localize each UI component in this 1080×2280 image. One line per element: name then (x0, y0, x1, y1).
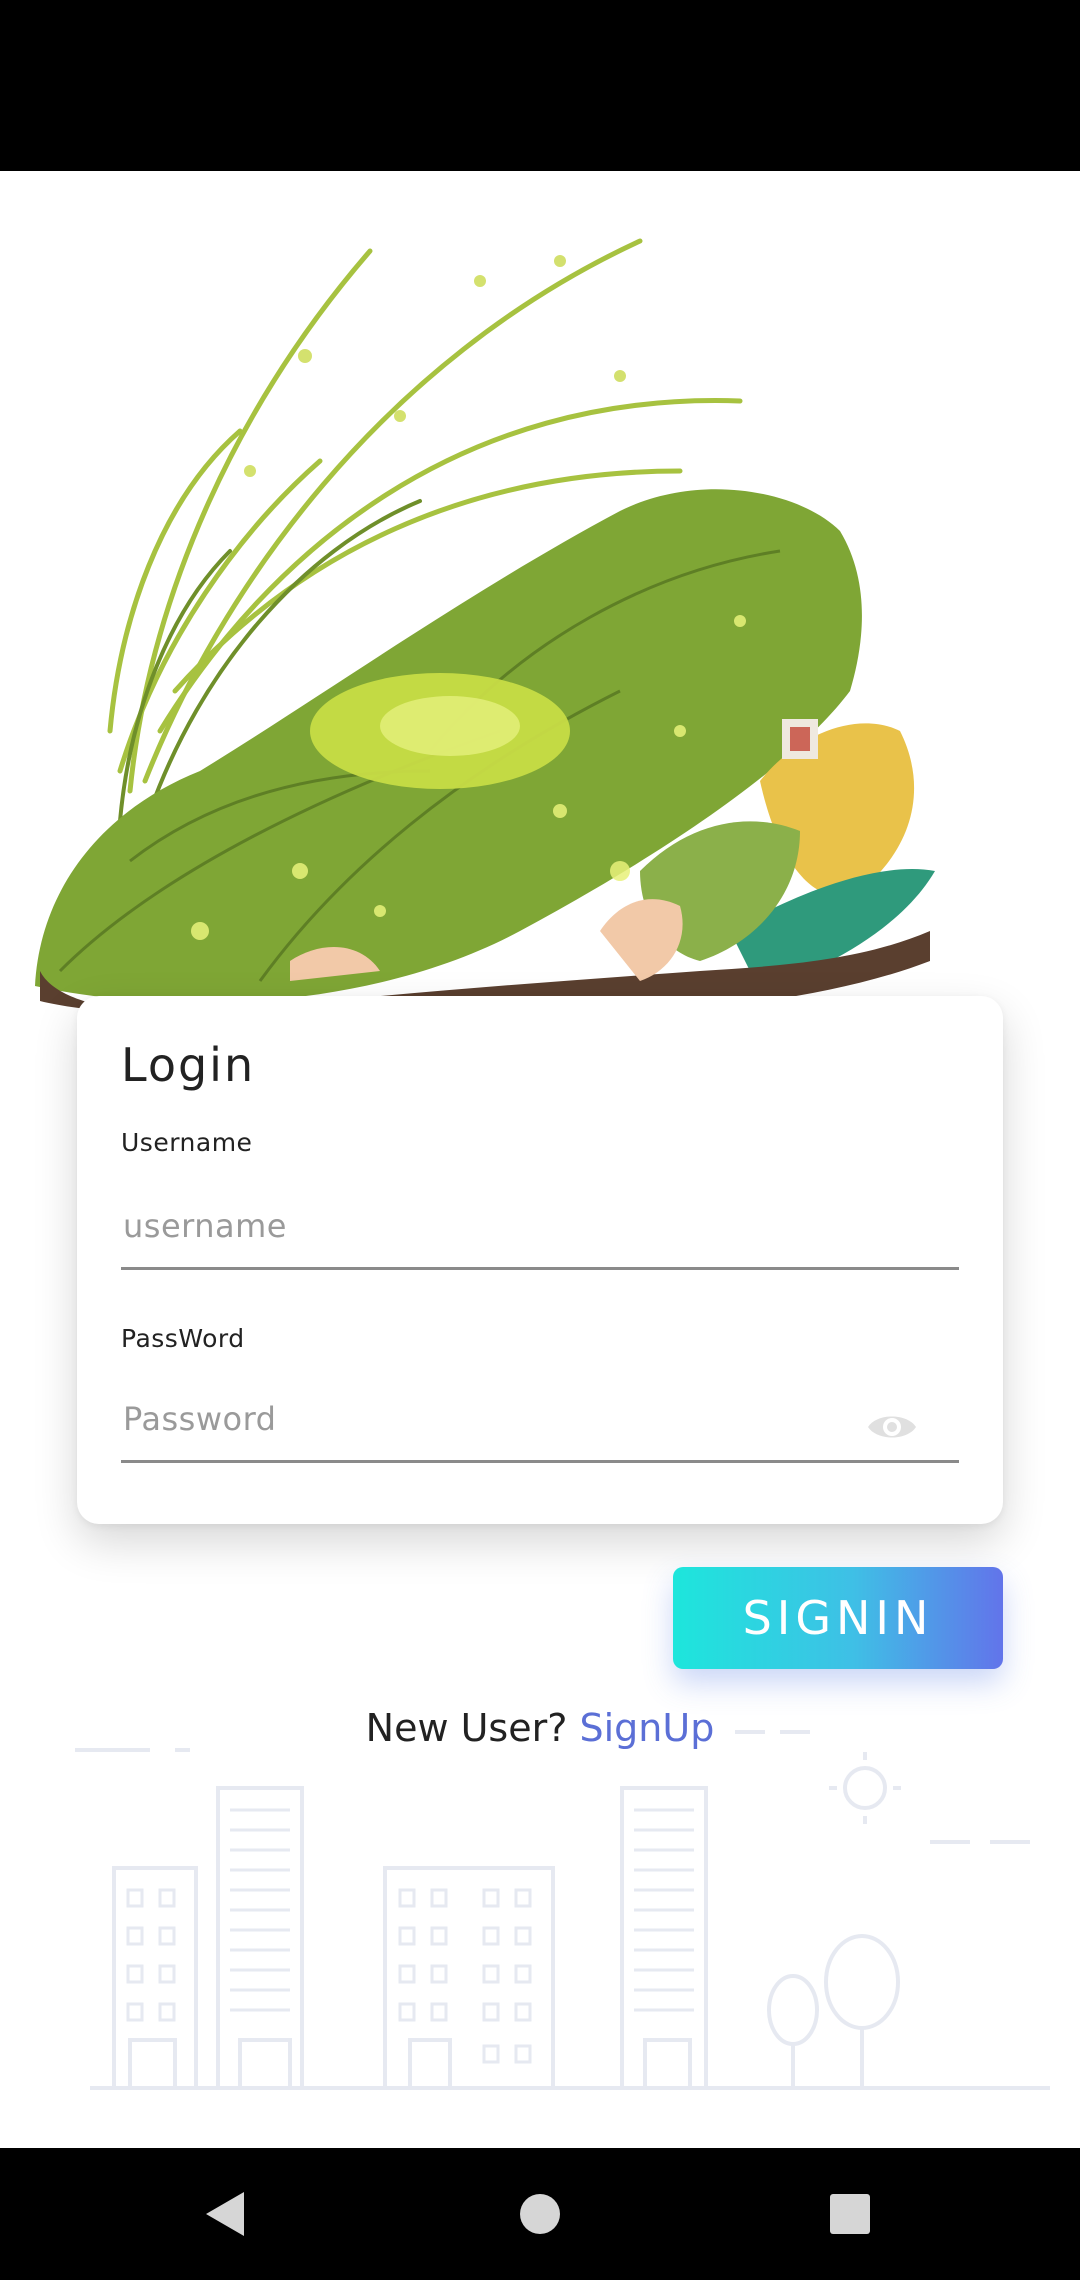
signup-row: New User? SignUp (0, 1706, 1080, 1750)
signin-button[interactable]: SIGNIN (673, 1567, 1003, 1669)
city-skyline-illustration (75, 1730, 1050, 2090)
status-bar (0, 0, 1080, 171)
eye-icon[interactable] (865, 1408, 919, 1446)
signup-link[interactable]: SignUp (580, 1706, 715, 1750)
password-input[interactable] (121, 1377, 959, 1463)
hero-illustration (0, 171, 1080, 1031)
username-input[interactable] (121, 1184, 959, 1270)
login-screen: Login Username PassWord SIGNIN New User?… (0, 0, 1080, 2280)
home-circle-icon[interactable] (480, 2148, 600, 2280)
login-card: Login Username PassWord (77, 996, 1003, 1524)
recent-apps-square-icon[interactable] (790, 2148, 910, 2280)
back-triangle-icon[interactable] (166, 2148, 286, 2280)
username-label: Username (121, 1128, 253, 1157)
navigation-bar (0, 2148, 1080, 2280)
city-background-illustration (0, 1700, 1080, 2150)
lotus-leaf-illustration (35, 238, 935, 1021)
password-label: PassWord (121, 1324, 245, 1353)
new-user-prompt: New User? (365, 1706, 568, 1750)
login-title: Login (121, 1038, 256, 1092)
